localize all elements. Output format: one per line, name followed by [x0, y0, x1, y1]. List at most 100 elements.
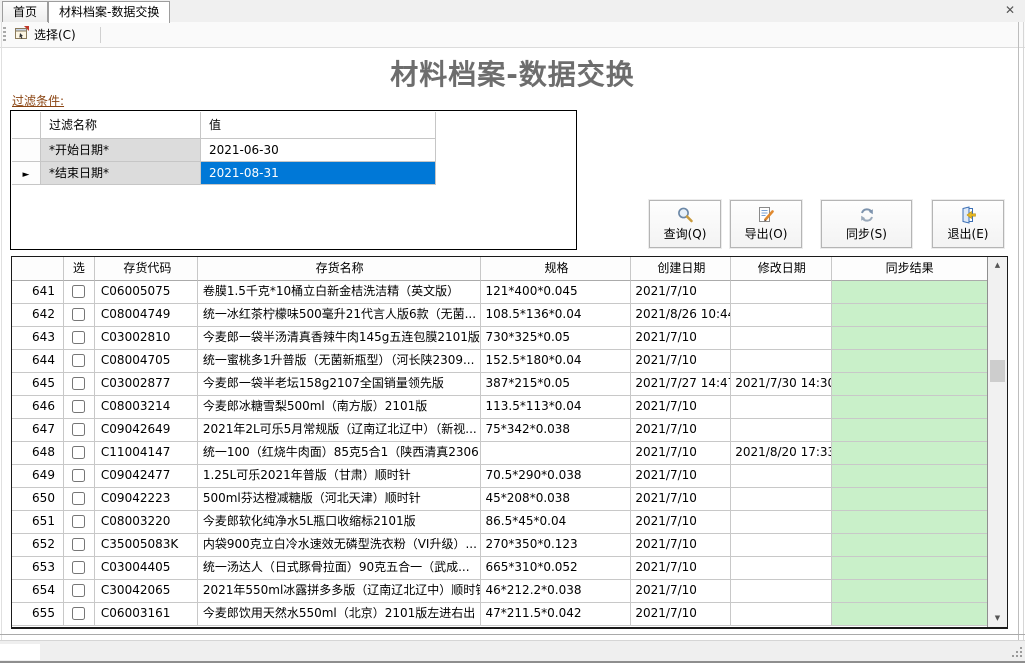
table-row[interactable]: 644C08004705统一蜜桃多1升普版（无菌新瓶型）（河长陕2309...1…	[12, 350, 987, 373]
scrollbar-thumb[interactable]	[990, 360, 1005, 382]
code-cell: C08003220	[95, 511, 198, 534]
code-cell: C03002810	[95, 327, 198, 350]
modified-date-cell	[731, 580, 832, 603]
header-sync-result[interactable]: 同步结果	[832, 257, 987, 281]
row-number-cell: 644	[12, 350, 64, 373]
select-cell	[64, 557, 95, 580]
query-button[interactable]: 查询(Q)	[649, 200, 721, 248]
tab-material-data-exchange[interactable]: 材料档案-数据交换	[48, 1, 170, 23]
code-cell: C08004749	[95, 304, 198, 327]
header-spec[interactable]: 规格	[481, 257, 632, 281]
select-cell	[64, 396, 95, 419]
row-select-checkbox[interactable]	[72, 285, 85, 298]
filter-header-row: 过滤名称 值	[12, 112, 436, 139]
sync-result-cell	[832, 327, 987, 350]
table-row[interactable]: 649C090424771.25L可乐2021年普版（甘肃）顺时针70.5*29…	[12, 465, 987, 488]
header-created[interactable]: 创建日期	[631, 257, 731, 281]
toolbar: 选择(C)	[0, 22, 1025, 48]
table-row[interactable]: 645C03002877今麦郎一袋半老坛158g2107全国销量领先版387*2…	[12, 373, 987, 396]
header-modified[interactable]: 修改日期	[731, 257, 832, 281]
spec-cell: 387*215*0.05	[481, 373, 632, 396]
close-icon[interactable]: ✕	[1003, 3, 1017, 17]
spec-cell: 47*211.5*0.042	[481, 603, 632, 626]
row-indicator-cell: ►	[12, 162, 41, 185]
name-cell: 今麦郎软化纯净水5L瓶口收缩标2101版	[198, 511, 481, 534]
table-vertical-scrollbar[interactable]: ▲ ▼	[987, 257, 1007, 627]
table-row[interactable]: 654C300420652021年550ml冰露拼多多版（辽南辽北辽中）顺时针4…	[12, 580, 987, 603]
table-row[interactable]: 651C08003220今麦郎软化纯净水5L瓶口收缩标2101版86.5*45*…	[12, 511, 987, 534]
status-bar	[0, 640, 1025, 661]
row-select-checkbox[interactable]	[72, 354, 85, 367]
table-row[interactable]: 652C35005083K内袋900克立白冷水速效无磷型洗衣粉（VI升级）...…	[12, 534, 987, 557]
row-number-cell: 653	[12, 557, 64, 580]
row-select-checkbox[interactable]	[72, 377, 85, 390]
header-code[interactable]: 存货代码	[95, 257, 198, 281]
row-select-checkbox[interactable]	[72, 492, 85, 505]
name-cell: 卷膜1.5千克*10桶立白新金桔洗洁精（英文版）	[198, 281, 481, 304]
row-select-checkbox[interactable]	[72, 584, 85, 597]
row-select-checkbox[interactable]	[72, 308, 85, 321]
table-row[interactable]: 653C03004405统一汤达人（日式豚骨拉面）90克五合一（武成...665…	[12, 557, 987, 580]
header-name[interactable]: 存货名称	[198, 257, 481, 281]
page-title: 材料档案-数据交换	[0, 53, 1025, 93]
toolbar-grip[interactable]	[3, 27, 6, 43]
table-row[interactable]: 647C090426492021年2L可乐5月常规版（辽南辽北辽中）（新视...…	[12, 419, 987, 442]
modified-date-cell	[731, 396, 832, 419]
row-select-checkbox[interactable]	[72, 446, 85, 459]
row-select-checkbox[interactable]	[72, 538, 85, 551]
resize-grip-icon[interactable]	[1012, 647, 1022, 657]
spec-cell: 121*400*0.045	[481, 281, 632, 304]
row-number-cell: 652	[12, 534, 64, 557]
created-date-cell: 2021/7/10	[631, 603, 731, 626]
table-row[interactable]: 643C03002810今麦郎一袋半汤清真香辣牛肉145g五连包膜2101版73…	[12, 327, 987, 350]
sync-button[interactable]: 同步(S)	[821, 200, 912, 248]
name-cell: 统一冰红茶柠檬味500毫升21代言人版6款（无菌...	[198, 304, 481, 327]
filter-value-header: 值	[201, 112, 436, 139]
code-cell: C09042223	[95, 488, 198, 511]
table-row[interactable]: 655C06003161今麦郎饮用天然水550ml（北京）2101版左进右出47…	[12, 603, 987, 626]
row-select-checkbox[interactable]	[72, 400, 85, 413]
row-select-checkbox[interactable]	[72, 423, 85, 436]
table-row[interactable]: 641C06005075卷膜1.5千克*10桶立白新金桔洗洁精（英文版）121*…	[12, 281, 987, 304]
export-button[interactable]: 导出(O)	[730, 200, 802, 248]
created-date-cell: 2021/7/10	[631, 350, 731, 373]
spec-cell: 46*212.2*0.038	[481, 580, 632, 603]
name-cell: 今麦郎一袋半老坛158g2107全国销量领先版	[198, 373, 481, 396]
code-cell: C08004705	[95, 350, 198, 373]
row-select-checkbox[interactable]	[72, 469, 85, 482]
name-cell: 内袋900克立白冷水速效无磷型洗衣粉（VI升级）...	[198, 534, 481, 557]
table-row[interactable]: 646C08003214今麦郎冰糖雪梨500ml（南方版）2101版113.5*…	[12, 396, 987, 419]
name-cell: 统一100（红烧牛肉面）85克5合1（陕西清真2306...	[198, 442, 481, 465]
row-number-cell: 645	[12, 373, 64, 396]
filter-value-cell-selected[interactable]: 2021-08-31	[201, 162, 436, 185]
row-select-checkbox[interactable]	[72, 607, 85, 620]
filter-name-cell: *开始日期*	[41, 139, 201, 162]
select-button[interactable]: 选择(C)	[10, 24, 80, 45]
filter-row-end-date[interactable]: ► *结束日期* 2021-08-31	[12, 162, 436, 185]
scroll-up-icon[interactable]: ▲	[988, 257, 1007, 274]
spec-cell: 113.5*113*0.04	[481, 396, 632, 419]
name-cell: 统一蜜桃多1升普版（无菌新瓶型）（河长陕2309...	[198, 350, 481, 373]
code-cell: C06003161	[95, 603, 198, 626]
row-number-cell: 651	[12, 511, 64, 534]
filter-value-cell[interactable]: 2021-06-30	[201, 139, 436, 162]
code-cell: C09042649	[95, 419, 198, 442]
filter-grid: 过滤名称 值 *开始日期* 2021-06-30 ► *结束日期* 2021-0…	[10, 110, 577, 250]
table-row[interactable]: 642C08004749统一冰红茶柠檬味500毫升21代言人版6款（无菌...1…	[12, 304, 987, 327]
table-row[interactable]: 648C11004147统一100（红烧牛肉面）85克5合1（陕西清真2306.…	[12, 442, 987, 465]
sync-result-cell	[832, 281, 987, 304]
row-select-checkbox[interactable]	[72, 331, 85, 344]
scroll-down-icon[interactable]: ▼	[988, 610, 1007, 627]
sync-result-cell	[832, 465, 987, 488]
filter-name-cell: *结束日期*	[41, 162, 201, 185]
tab-home[interactable]: 首页	[2, 1, 48, 22]
table-row[interactable]: 650C09042223500ml芬达橙减糖版（河北天津）顺时针45*208*0…	[12, 488, 987, 511]
filter-row-start-date[interactable]: *开始日期* 2021-06-30	[12, 139, 436, 162]
created-date-cell: 2021/7/10	[631, 327, 731, 350]
select-cell	[64, 603, 95, 626]
row-select-checkbox[interactable]	[72, 561, 85, 574]
toolbar-separator	[100, 27, 101, 43]
row-select-checkbox[interactable]	[72, 515, 85, 528]
sync-result-cell	[832, 488, 987, 511]
exit-button[interactable]: 退出(E)	[932, 200, 1004, 248]
